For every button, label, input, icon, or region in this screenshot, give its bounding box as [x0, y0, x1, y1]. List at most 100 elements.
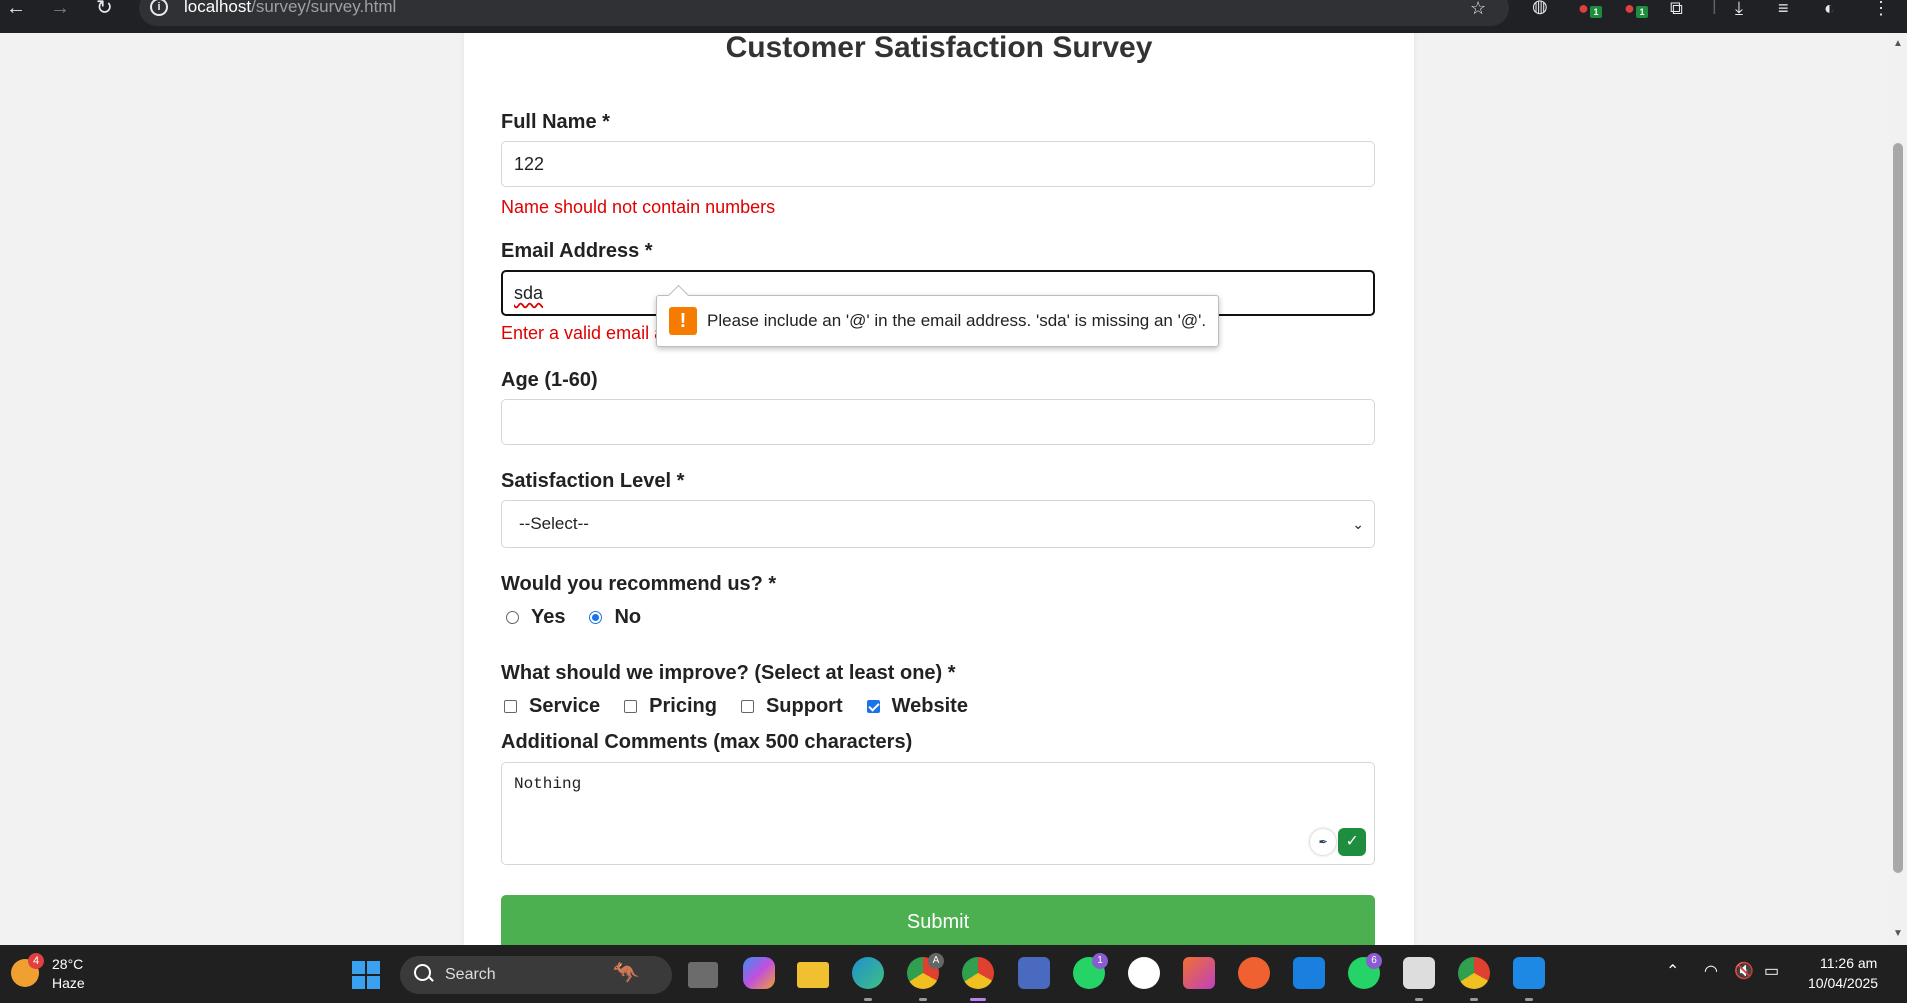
recommend-options: Yes No — [506, 606, 665, 629]
extension-red-icon-2[interactable]: ● — [1624, 0, 1635, 19]
whatsapp-business-badge: 6 — [1366, 953, 1382, 969]
back-icon[interactable]: ← — [6, 0, 26, 18]
satisfaction-selected: --Select-- — [519, 514, 589, 533]
checkbox-website-label[interactable]: Website — [892, 695, 968, 718]
comments-textarea[interactable]: Nothing ✒ ✓ — [501, 762, 1375, 865]
survey-card: Customer Satisfaction Survey Full Name *… — [464, 33, 1414, 945]
chrome-profile-badge: A — [928, 953, 944, 969]
chrome-secondary-icon[interactable] — [1458, 957, 1490, 989]
feather-icon[interactable]: ✒ — [1310, 829, 1336, 855]
reload-icon[interactable]: ↻ — [96, 0, 113, 18]
search-icon — [414, 964, 431, 981]
checkbox-pricing[interactable] — [624, 700, 638, 713]
scroll-thumb[interactable] — [1893, 143, 1903, 873]
email-value: sda — [514, 283, 544, 303]
vscode-running-indicator — [1525, 998, 1533, 1001]
edge-icon[interactable] — [852, 957, 884, 989]
extensions-icon[interactable]: ⧉ — [1670, 0, 1683, 19]
age-field[interactable] — [501, 399, 1375, 445]
menu-icon[interactable]: ⋮ — [1872, 0, 1890, 19]
improve-label: What should we improve? (Select at least… — [501, 662, 956, 684]
checkbox-service-label[interactable]: Service — [529, 695, 600, 718]
full-name-label: Full Name * — [501, 111, 610, 133]
search-placeholder: Search — [445, 966, 496, 983]
url-text[interactable]: localhost/survey/survey.html — [184, 0, 396, 17]
taskbar-search[interactable]: Search 🦘 — [400, 956, 672, 994]
comments-label: Additional Comments (max 500 characters) — [501, 731, 913, 753]
tray-overflow-icon[interactable]: ⌃ — [1666, 961, 1679, 981]
checkbox-website[interactable] — [866, 700, 880, 713]
task-view-icon[interactable] — [688, 962, 718, 988]
checkbox-pricing-label[interactable]: Pricing — [649, 695, 717, 718]
postman-icon[interactable] — [1238, 957, 1270, 989]
inkscape-running-indicator — [1415, 998, 1423, 1001]
windows-taskbar: 4 28°C Haze Search 🦘 A 1 6 ⌃ ◠ 🔇 ▭ 11:26… — [0, 945, 1907, 1003]
profile-icon[interactable]: ◐ — [1824, 0, 1835, 19]
file-explorer-icon[interactable] — [797, 962, 829, 988]
radio-no-label[interactable]: No — [614, 606, 641, 629]
satisfaction-label: Satisfaction Level * — [501, 470, 685, 492]
search-highlight-icon: 🦘 — [612, 960, 640, 985]
page-title: Customer Satisfaction Survey — [725, 33, 1153, 64]
whatsapp-badge: 1 — [1092, 953, 1108, 969]
extension-badge: 1 — [1590, 6, 1602, 18]
radio-yes[interactable] — [506, 611, 519, 624]
remote-desktop-icon[interactable] — [1018, 957, 1050, 989]
radio-no[interactable] — [589, 611, 603, 624]
globe-extension-icon[interactable]: ◍ — [1532, 0, 1548, 17]
chrome-secondary-indicator — [1470, 998, 1478, 1001]
page-viewport: Customer Satisfaction Survey Full Name *… — [0, 33, 1889, 945]
whatsapp-web-icon[interactable] — [1128, 957, 1160, 989]
bookmark-star-icon[interactable]: ☆ — [1470, 0, 1486, 19]
extension-badge-2: 1 — [1636, 6, 1648, 18]
browser-toolbar: ← → ↻ i localhost/survey/survey.html ☆ ◍… — [0, 0, 1907, 33]
windows-start-icon[interactable] — [352, 961, 380, 989]
grammar-check-icon[interactable]: ✓ — [1338, 828, 1366, 856]
checkbox-service[interactable] — [504, 700, 517, 713]
virtualbox-icon[interactable] — [1293, 957, 1325, 989]
full-name-value: 122 — [514, 154, 545, 174]
radio-yes-label[interactable]: Yes — [531, 606, 565, 629]
warning-icon: ! — [669, 307, 697, 335]
grammar-tools: ✒ ✓ — [1310, 828, 1366, 856]
url-host: localhost — [184, 0, 252, 16]
scroll-down-icon[interactable]: ▼ — [1893, 928, 1903, 939]
age-label: Age (1-60) — [501, 369, 598, 391]
clock-date[interactable]: 10/04/2025 — [1808, 975, 1878, 991]
vscode-icon[interactable] — [1513, 957, 1545, 989]
validation-tooltip-text: Please include an '@' in the email addre… — [707, 311, 1207, 330]
inkscape-icon[interactable] — [1403, 957, 1435, 989]
chrome-active-indicator — [970, 998, 986, 1001]
edge-running-indicator — [864, 998, 872, 1001]
weather-temperature[interactable]: 28°C — [52, 956, 83, 972]
weather-condition[interactable]: Haze — [52, 975, 85, 991]
volume-muted-icon[interactable]: 🔇 — [1734, 961, 1754, 981]
comments-value: Nothing — [514, 775, 582, 793]
weather-badge: 4 — [28, 953, 44, 969]
recommend-label: Would you recommend us? * — [501, 573, 777, 595]
intellij-icon[interactable] — [1183, 957, 1215, 989]
chrome-active-icon[interactable] — [962, 957, 994, 989]
submit-button[interactable]: Submit — [501, 895, 1375, 945]
chevron-down-icon: ⌄ — [1352, 516, 1364, 532]
toolbar-divider: | — [1712, 0, 1717, 14]
download-icon[interactable]: ⤓ — [1735, 0, 1743, 19]
scroll-up-icon[interactable]: ▲ — [1893, 38, 1903, 49]
copilot-icon[interactable] — [743, 957, 775, 989]
improve-options: Service Pricing Support Website — [504, 695, 992, 718]
wifi-icon[interactable]: ◠ — [1704, 961, 1718, 981]
page-scrollbar[interactable]: ▲ ▼ — [1889, 33, 1907, 945]
email-label: Email Address * — [501, 240, 653, 262]
checkbox-support[interactable] — [740, 700, 754, 713]
forward-icon[interactable]: → — [50, 0, 70, 18]
media-icon[interactable]: ≡ — [1778, 0, 1789, 19]
satisfaction-select[interactable]: --Select-- ⌄ — [501, 500, 1375, 548]
chrome-running-indicator — [919, 998, 927, 1001]
battery-icon[interactable]: ▭ — [1764, 961, 1779, 981]
validation-tooltip: ! Please include an '@' in the email add… — [656, 295, 1219, 347]
full-name-field[interactable]: 122 — [501, 141, 1375, 187]
clock-time[interactable]: 11:26 am — [1820, 955, 1877, 971]
extension-red-icon[interactable]: ● — [1578, 0, 1589, 19]
checkbox-support-label[interactable]: Support — [766, 695, 843, 718]
url-path: /survey/survey.html — [251, 0, 397, 16]
